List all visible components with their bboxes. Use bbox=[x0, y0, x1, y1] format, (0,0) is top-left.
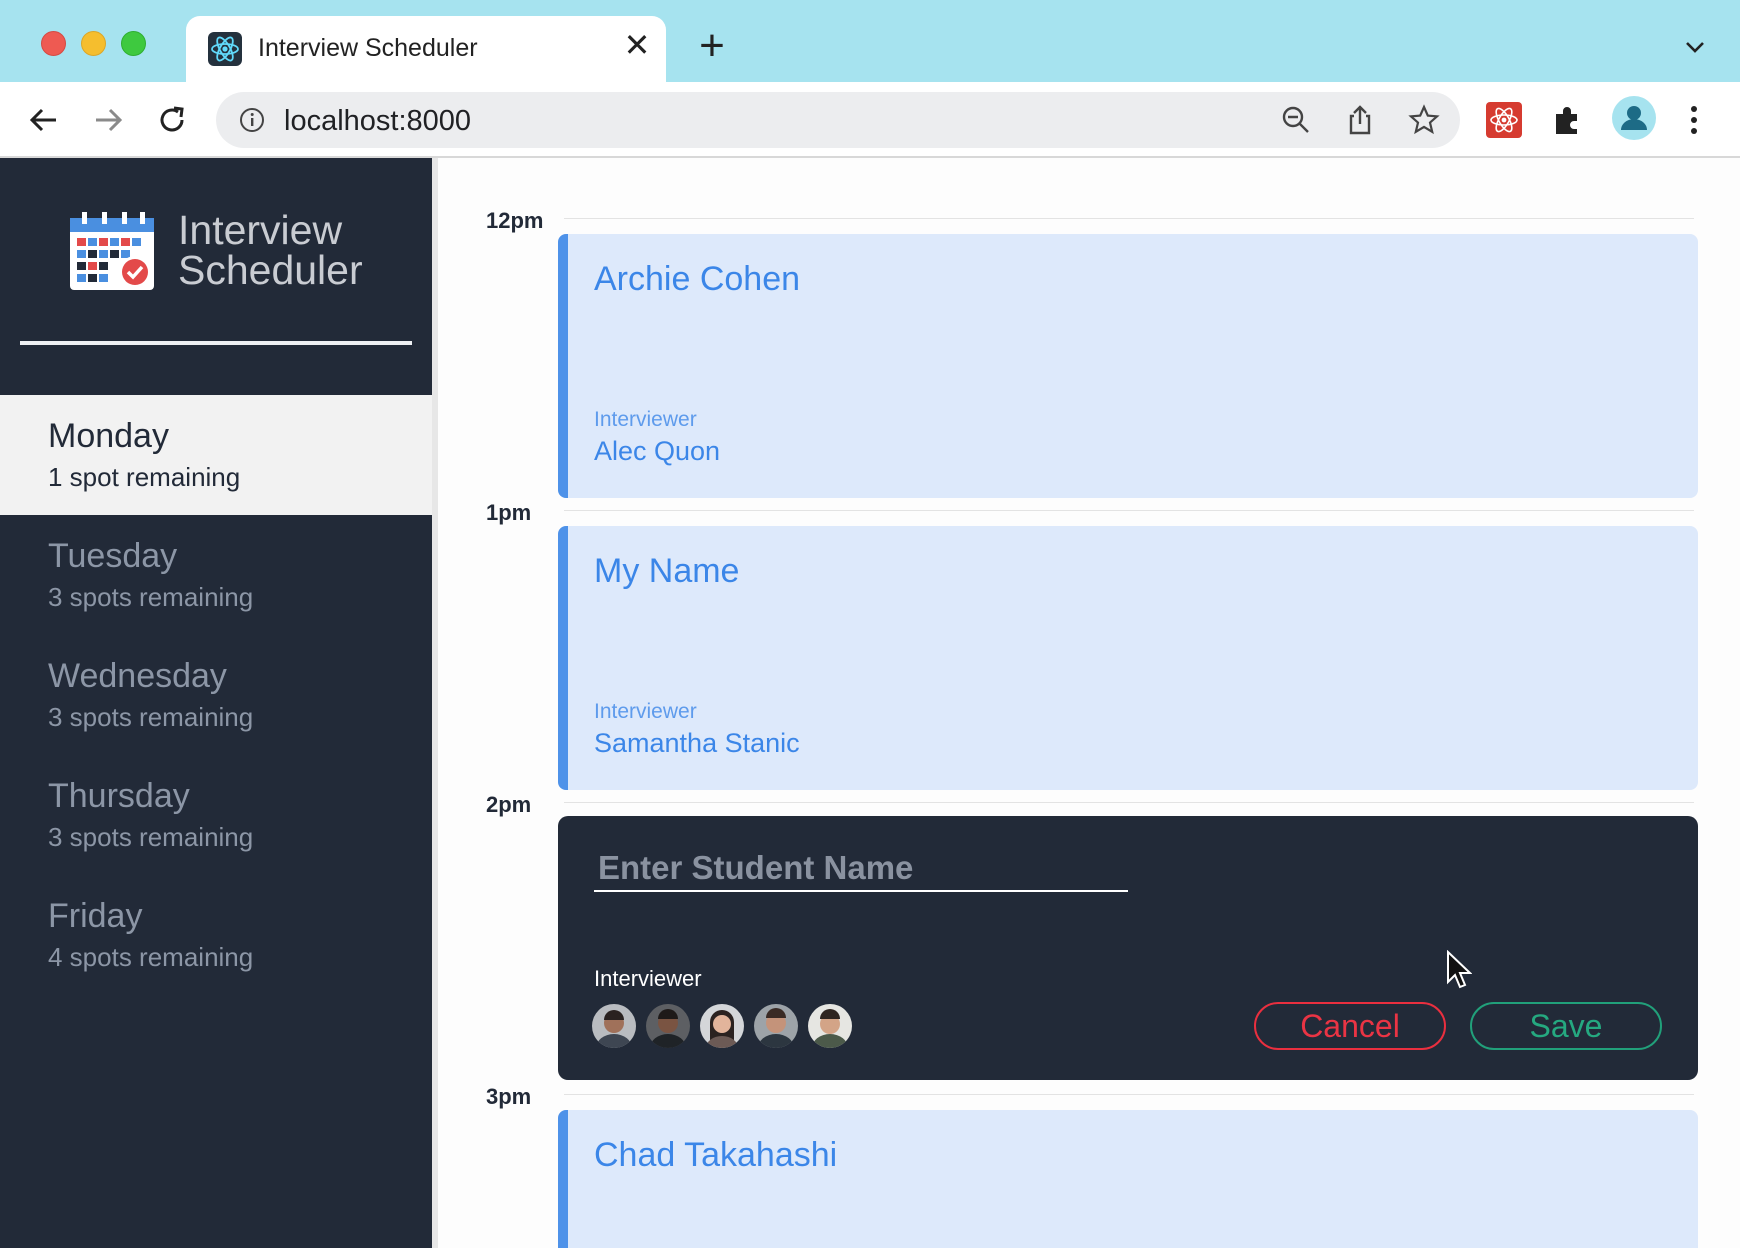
day-name: Monday bbox=[48, 417, 169, 455]
day-item-wednesday[interactable]: Wednesday 3 spots remaining bbox=[0, 635, 432, 755]
sidebar-divider bbox=[20, 341, 412, 345]
sidebar: Interview Scheduler Monday 1 spot remain… bbox=[0, 158, 432, 1248]
react-favicon-icon bbox=[208, 32, 242, 66]
day-name: Thursday bbox=[48, 777, 190, 815]
forward-arrow-icon[interactable] bbox=[88, 100, 128, 140]
appointment-form: Interviewer Cancel Save bbox=[558, 816, 1698, 1080]
time-label: 3pm bbox=[486, 1084, 532, 1109]
interviewer-avatar[interactable] bbox=[808, 1004, 852, 1048]
slot-divider bbox=[564, 510, 1694, 511]
day-item-thursday[interactable]: Thursday 3 spots remaining bbox=[0, 755, 432, 875]
react-devtools-extension-icon[interactable] bbox=[1486, 102, 1522, 138]
mouse-cursor-icon bbox=[1446, 949, 1473, 990]
appointment-card[interactable]: My Name Interviewer Samantha Stanic bbox=[558, 526, 1698, 790]
day-spots: 1 spot remaining bbox=[48, 462, 241, 492]
interviewer-list-label: Interviewer bbox=[594, 966, 702, 991]
site-info-icon[interactable] bbox=[238, 106, 266, 134]
back-arrow-icon[interactable] bbox=[24, 100, 64, 140]
day-item-monday[interactable]: Monday 1 spot remaining bbox=[0, 395, 432, 515]
profile-avatar-icon[interactable] bbox=[1612, 96, 1656, 140]
calendar-logo-icon bbox=[68, 210, 156, 292]
app: Interview Scheduler Monday 1 spot remain… bbox=[0, 158, 1740, 1248]
tab-close-icon[interactable]: ✕ bbox=[620, 28, 654, 62]
interviewer-label: Interviewer bbox=[594, 700, 697, 723]
zoom-out-icon[interactable] bbox=[1280, 104, 1312, 136]
window-minimize-button[interactable] bbox=[81, 31, 106, 56]
day-item-friday[interactable]: Friday 4 spots remaining bbox=[0, 875, 432, 995]
logo-line-2: Scheduler bbox=[178, 247, 363, 293]
day-spots: 4 spots remaining bbox=[48, 942, 254, 972]
new-tab-icon[interactable]: + bbox=[692, 24, 732, 68]
day-name: Tuesday bbox=[48, 537, 178, 575]
chevron-down-icon[interactable] bbox=[1680, 32, 1710, 62]
interviewer-name: Alec Quon bbox=[594, 436, 721, 466]
day-spots: 3 spots remaining bbox=[48, 702, 254, 732]
url-text[interactable]: localhost:8000 bbox=[284, 105, 471, 138]
student-name: Chad Takahashi bbox=[594, 1136, 838, 1174]
appointment-card[interactable]: Archie Cohen Interviewer Alec Quon bbox=[558, 234, 1698, 498]
window-zoom-button[interactable] bbox=[121, 31, 146, 56]
extensions-puzzle-icon[interactable] bbox=[1550, 102, 1586, 138]
share-icon[interactable] bbox=[1344, 104, 1376, 136]
cancel-button[interactable]: Cancel bbox=[1254, 1002, 1446, 1050]
interviewer-avatar[interactable] bbox=[646, 1004, 690, 1048]
appointment-card[interactable]: Chad Takahashi bbox=[558, 1110, 1698, 1248]
day-item-tuesday[interactable]: Tuesday 3 spots remaining bbox=[0, 515, 432, 635]
slot-divider bbox=[564, 802, 1694, 803]
interviewer-avatar[interactable] bbox=[592, 1004, 636, 1048]
student-name: Archie Cohen bbox=[594, 260, 801, 298]
interviewer-label: Interviewer bbox=[594, 408, 697, 431]
day-name: Friday bbox=[48, 897, 143, 935]
browser-tab[interactable]: Interview Scheduler ✕ bbox=[186, 16, 666, 82]
reload-icon[interactable] bbox=[152, 100, 192, 140]
interviewer-avatar[interactable] bbox=[754, 1004, 798, 1048]
tab-title: Interview Scheduler bbox=[258, 34, 478, 62]
browser-toolbar: localhost:8000 bbox=[0, 82, 1740, 158]
day-name: Wednesday bbox=[48, 657, 227, 695]
browser-titlebar: Interview Scheduler ✕ + bbox=[0, 0, 1740, 82]
interviewer-avatar[interactable] bbox=[700, 1004, 744, 1048]
slot-divider bbox=[564, 218, 1694, 219]
bookmark-star-icon[interactable] bbox=[1408, 104, 1440, 136]
schedule-panel: 12pm Archie Cohen Interviewer Alec Quon … bbox=[432, 158, 1740, 1248]
address-bar[interactable]: localhost:8000 bbox=[216, 92, 1460, 148]
time-label: 12pm bbox=[486, 208, 544, 233]
save-button[interactable]: Save bbox=[1470, 1002, 1662, 1050]
time-label: 1pm bbox=[486, 500, 532, 525]
time-label: 2pm bbox=[486, 792, 532, 817]
window-close-button[interactable] bbox=[41, 31, 66, 56]
day-spots: 3 spots remaining bbox=[48, 822, 254, 852]
more-menu-icon[interactable] bbox=[1676, 102, 1712, 138]
app-logo-text: Interview Scheduler bbox=[178, 207, 363, 293]
interviewer-name: Samantha Stanic bbox=[594, 728, 800, 758]
logo-line-1: Interview bbox=[178, 207, 343, 253]
student-name-input[interactable] bbox=[594, 846, 1128, 892]
slot-divider bbox=[564, 1094, 1694, 1095]
student-name: My Name bbox=[594, 552, 740, 590]
day-spots: 3 spots remaining bbox=[48, 582, 254, 612]
